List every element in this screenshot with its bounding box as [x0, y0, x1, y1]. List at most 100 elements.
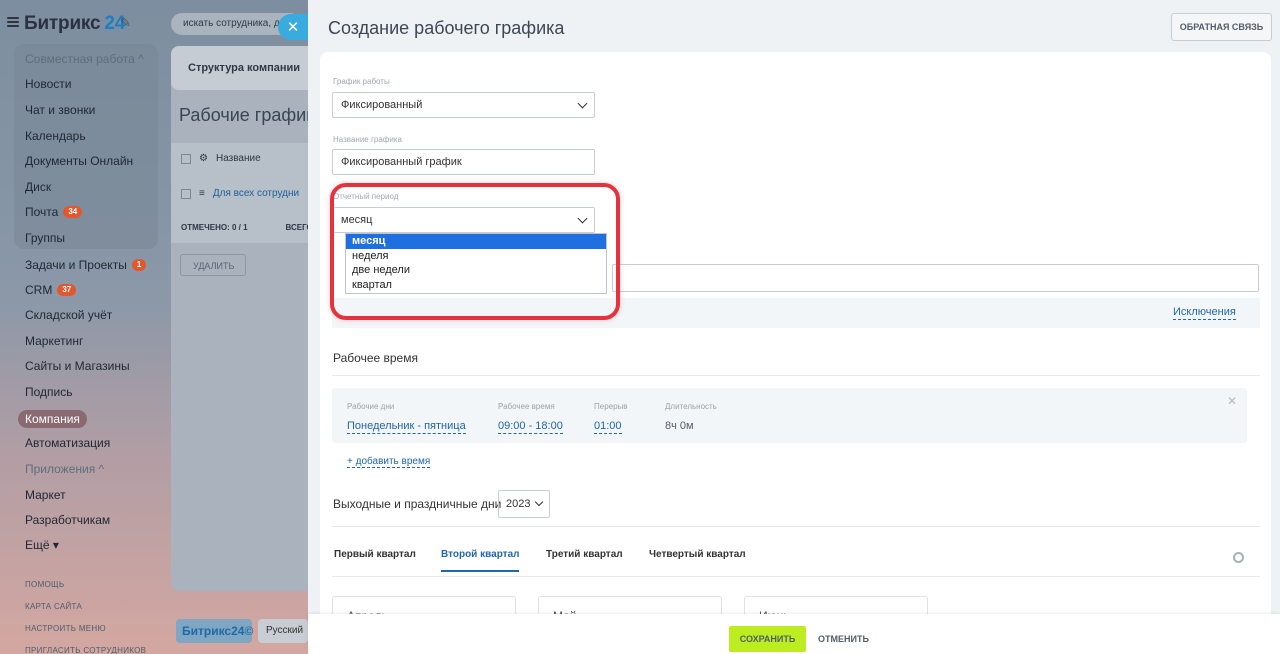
footer-logo[interactable]: Битрикс24©: [176, 619, 253, 643]
schedule-name-label: Название графика: [333, 135, 402, 144]
sidebar-item[interactable]: Группы: [25, 231, 65, 245]
sidebar-item[interactable]: Почта 34: [25, 205, 83, 219]
sidebar-item-label: Складской учёт: [25, 308, 113, 322]
sidebar-item[interactable]: Новости: [25, 77, 71, 91]
sidebar-item[interactable]: Маркет: [25, 488, 66, 502]
sidebar-item[interactable]: Автоматизация: [25, 436, 110, 450]
row-link[interactable]: Для всех сотрудни: [213, 188, 299, 199]
marked-count: ОТМЕЧЕНО: 0 / 1: [181, 223, 248, 232]
sidebar-item-label: Группы: [25, 231, 65, 245]
sidebar-item-label: Разработчикам: [25, 513, 111, 527]
schedules-table: ⚙ Название ≡ Для всех сотрудни ОТМЕЧЕНО:…: [171, 143, 316, 243]
tab-quarter[interactable]: Первый квартал: [334, 549, 416, 570]
working-hours-label: Рабочее время: [498, 402, 555, 411]
sidebar-item-label: CRM: [25, 283, 53, 297]
working-days-label: Рабочие дни: [347, 402, 395, 411]
sidebar-item-label: Компания: [18, 410, 87, 428]
schedule-name-value: Фиксированный график: [341, 156, 462, 168]
close-icon[interactable]: ✕: [1227, 394, 1237, 408]
sidebar-footer-link[interactable]: НАСТРОИТЬ МЕНЮ: [25, 624, 106, 633]
text-input[interactable]: [612, 264, 1259, 292]
sidebar-item[interactable]: Ещё ▾: [25, 538, 59, 552]
menu-icon[interactable]: [7, 17, 19, 28]
sidebar-group-label[interactable]: Совместная работа ^: [25, 52, 144, 66]
sidebar-item-label: Приложения ^: [25, 462, 105, 476]
sidebar-item-label: Автоматизация: [25, 436, 111, 450]
sidebar-item[interactable]: Приложения ^: [25, 462, 104, 476]
sidebar-item-label: Подпись: [25, 385, 73, 399]
counter-badge: 34: [63, 206, 83, 218]
schedule-name-input[interactable]: Фиксированный график: [332, 149, 595, 175]
working-time-box: Рабочие дни Понедельник - пятница Рабоче…: [332, 388, 1247, 443]
page-title: Рабочие график: [179, 105, 315, 125]
panel-footer: СОХРАНИТЬ ОТМЕНИТЬ: [308, 614, 1280, 654]
sidebar-item[interactable]: Документы Онлайн: [25, 154, 133, 168]
counter-badge: 1: [131, 259, 147, 271]
schedule-type-label: График работы: [333, 77, 390, 86]
break-link[interactable]: 01:00: [594, 420, 622, 434]
sidebar-item-label: Сайты и Магазины: [25, 359, 130, 373]
feedback-button[interactable]: ОБРАТНАЯ СВЯЗЬ: [1171, 13, 1272, 41]
tab-company-structure[interactable]: Структура компании: [171, 46, 316, 90]
tab-quarter[interactable]: Четвертый квартал: [649, 549, 746, 570]
sidebar-item[interactable]: Сайты и Магазины: [25, 359, 130, 373]
sidebar-item[interactable]: Разработчикам: [25, 513, 110, 527]
sidebar-item[interactable]: Складской учёт: [25, 308, 112, 322]
cancel-button[interactable]: ОТМЕНИТЬ: [818, 626, 869, 652]
sidebar-item-label: Документы Онлайн: [25, 154, 134, 168]
sidebar-item[interactable]: CRM 37: [25, 283, 77, 297]
schedule-type-value: Фиксированный: [341, 99, 423, 111]
logo[interactable]: Битрикс 24: [24, 13, 125, 35]
year-value: 2023: [506, 498, 531, 510]
checkbox-icon[interactable]: [181, 153, 191, 164]
divider: [332, 526, 1260, 527]
add-time-link[interactable]: + добавить время: [347, 456, 431, 468]
month-card: Июнь: [744, 596, 928, 614]
top-bar: Битрикс 24 ✎ искать сотрудника, д: [0, 0, 320, 46]
sidebar-item[interactable]: Диск: [25, 180, 51, 194]
schedule-panel: Создание рабочего графика ОБРАТНАЯ СВЯЗЬ…: [308, 0, 1280, 654]
gear-icon[interactable]: [1233, 552, 1244, 563]
sidebar-item[interactable]: Календарь: [25, 129, 86, 143]
sidebar-item[interactable]: Задачи и Проекты 1: [25, 258, 147, 272]
delete-button[interactable]: УДАЛИТЬ: [180, 254, 246, 276]
holidays-title: Выходные и праздничные дни: [333, 497, 502, 511]
quarter-tabs: Первый квартал Второй квартал Третий кварт…: [332, 549, 1260, 577]
schedule-type-select[interactable]: Фиксированный: [332, 92, 595, 118]
sidebar-item[interactable]: Маркетинг: [25, 334, 83, 348]
tab-quarter[interactable]: Третий квартал: [546, 549, 623, 570]
form-card: График работы Фиксированный Название гра…: [320, 52, 1271, 614]
chevron-down-icon: [577, 98, 588, 108]
sidebar-footer-link[interactable]: ПРИГЛАСИТЬ СОТРУДНИКОВ: [25, 646, 146, 654]
close-icon[interactable]: ✕: [278, 14, 308, 40]
sidebar-item-label: Ещё ▾: [25, 538, 59, 552]
month-card: Апрель: [332, 596, 516, 614]
tab-quarter[interactable]: Второй квартал: [441, 549, 520, 572]
save-button[interactable]: СОХРАНИТЬ: [729, 626, 806, 652]
highlight-annotation: [330, 183, 620, 320]
chevron-down-icon: [534, 497, 544, 507]
drag-handle-icon[interactable]: ≡: [199, 188, 205, 199]
checkbox-icon[interactable]: [181, 188, 191, 199]
exceptions-link[interactable]: Исключения: [1173, 306, 1236, 320]
sidebar-item-label: Задачи и Проекты: [25, 258, 127, 272]
sidebar-item[interactable]: Подпись: [25, 385, 73, 399]
gear-icon[interactable]: ⚙: [199, 153, 208, 164]
break-label: Перерыв: [594, 402, 628, 411]
working-hours-link[interactable]: 09:00 - 18:00: [498, 420, 563, 434]
pencil-icon[interactable]: ✎: [120, 15, 131, 31]
column-name-header: Название: [215, 153, 261, 164]
sidebar-item-label: Почта: [25, 205, 59, 219]
working-days-link[interactable]: Понедельник - пятница: [347, 420, 466, 434]
break-col: Перерыв 01:00: [594, 402, 628, 434]
working-days-col: Рабочие дни Понедельник - пятница: [347, 402, 466, 434]
divider: [332, 375, 1260, 376]
sidebar-footer-link[interactable]: КАРТА САЙТА: [25, 602, 82, 611]
year-select[interactable]: 2023: [498, 490, 550, 518]
sidebar-item[interactable]: Компания: [18, 410, 87, 428]
language-button[interactable]: Русский: [258, 619, 308, 643]
sidebar-footer-link[interactable]: ПОМОЩЬ: [25, 580, 64, 589]
table-row[interactable]: ≡ Для всех сотрудни: [181, 188, 299, 199]
sidebar-item-label: Маркет: [25, 488, 66, 502]
sidebar-item[interactable]: Чат и звонки: [25, 103, 95, 117]
